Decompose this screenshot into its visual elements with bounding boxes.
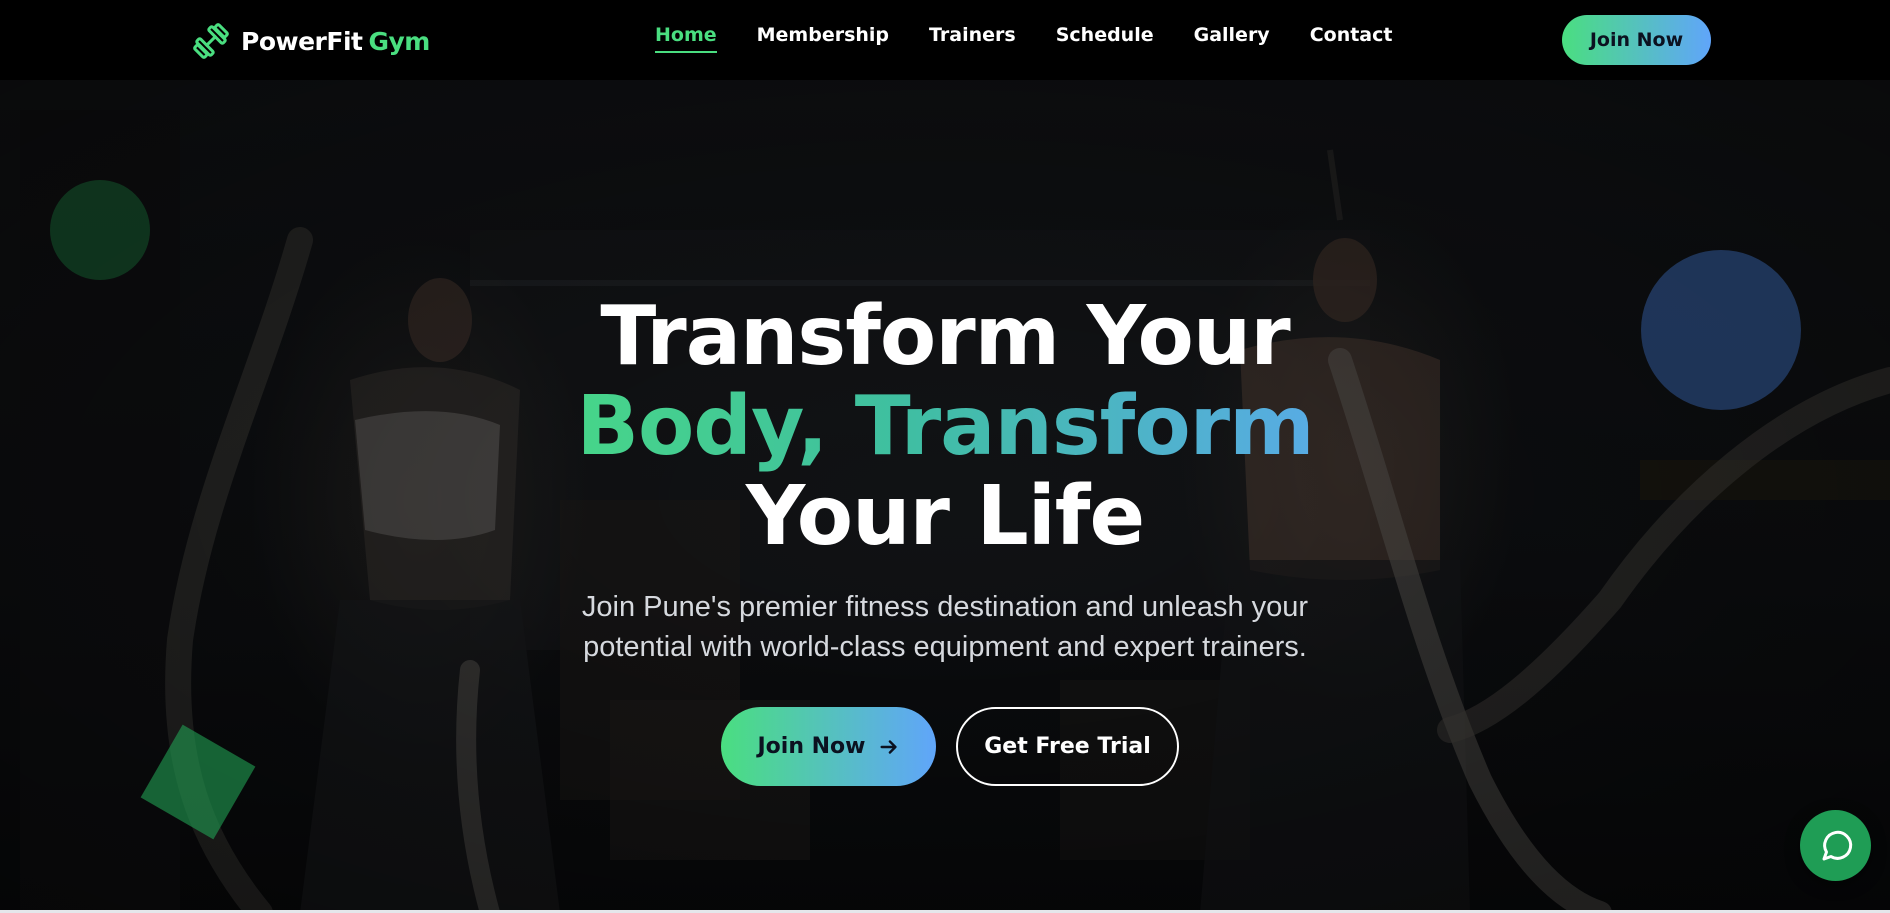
join-now-button[interactable]: Join Now [721,707,936,786]
chat-bubble-icon [1822,830,1852,860]
headline-line-2: Body, Transform [445,382,1445,472]
nav-item-home[interactable]: Home [655,24,717,53]
hero-subtitle-line-2: potential with world-class equipment and… [583,631,1307,663]
header-join-now-button[interactable]: Join Now [1562,15,1711,65]
nav-item-contact[interactable]: Contact [1310,24,1393,53]
decorative-blue-circle [1641,250,1801,410]
hero-subtitle: Join Pune's premier fitness destination … [545,587,1345,667]
logo[interactable]: PowerFit Gym [191,20,430,62]
logo-brand: PowerFit [241,26,363,56]
hero-section: Transform Your Body, Transform Your Life… [0,80,1890,913]
hero-subtitle-line-1: Join Pune's premier fitness destination … [581,591,1309,623]
nav-item-membership[interactable]: Membership [757,24,889,53]
free-trial-button[interactable]: Get Free Trial [956,707,1179,786]
headline-line-3: Your Life [745,469,1145,564]
nav-item-trainers[interactable]: Trainers [929,24,1016,53]
nav-item-gallery[interactable]: Gallery [1194,24,1270,53]
hero-headline: Transform Your Body, Transform Your Life [445,292,1445,562]
decorative-green-circle [50,180,150,280]
dumbbell-icon [193,23,229,59]
arrow-right-icon [879,739,897,754]
site-header: PowerFit Gym Home Membership Trainers Sch… [0,0,1890,80]
main-nav: Home Membership Trainers Schedule Galler… [655,24,1392,53]
chat-widget-button[interactable] [1800,810,1871,881]
nav-item-schedule[interactable]: Schedule [1056,24,1154,53]
logo-text: PowerFit Gym [241,27,430,56]
headline-line-1: Transform Your [600,289,1290,384]
page: PowerFit Gym Home Membership Trainers Sch… [0,0,1890,913]
join-now-label: Join Now [757,734,866,759]
logo-accent: Gym [368,26,430,56]
